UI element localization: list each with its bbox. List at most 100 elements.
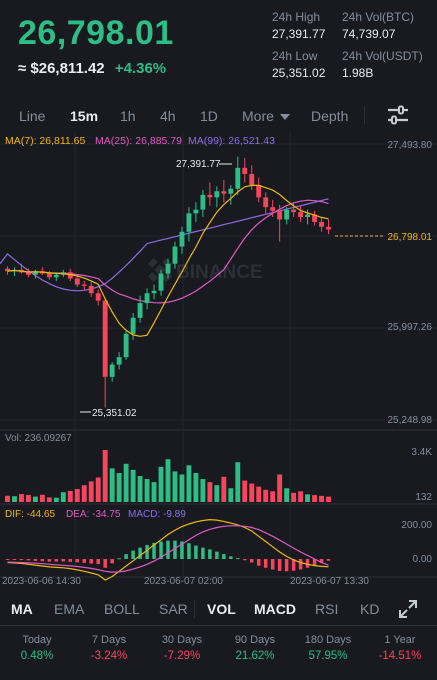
macd-histogram: [5, 540, 331, 572]
tab-more[interactable]: More: [242, 108, 290, 124]
tab-depth[interactable]: Depth: [311, 108, 348, 124]
indicator-ma[interactable]: MA: [11, 601, 33, 617]
macd-hist-bar: [54, 559, 59, 562]
x-tick-1: 2023-06-06 14:30: [2, 576, 81, 587]
ma99-legend: MA(99): 26,521.43: [188, 135, 275, 147]
volume-bar: [88, 481, 94, 502]
candle-body: [74, 278, 80, 285]
macd-hist-bar: [12, 559, 17, 560]
volume-bar: [207, 482, 213, 502]
macd-y-tick-zero: 0.00: [413, 554, 433, 565]
candle-body: [179, 231, 185, 247]
perf-7d-value: -3.24%: [90, 650, 128, 662]
ma7-legend: MA(7): 26,811.65: [5, 135, 86, 147]
candle-body: [270, 207, 276, 211]
macd-hist-bar: [68, 559, 73, 562]
tab-1d[interactable]: 1D: [200, 108, 218, 124]
tab-4h[interactable]: 4h: [160, 108, 176, 124]
macd-hist-bar: [26, 559, 31, 561]
candle-body: [130, 317, 136, 334]
volume-bar: [284, 488, 290, 502]
sliders-icon[interactable]: [387, 105, 409, 125]
perf-30d-value: -7.29%: [163, 650, 201, 662]
candle-body: [221, 191, 227, 194]
macd-hist-bar: [145, 545, 149, 559]
volume-bar: [249, 483, 255, 502]
tab-1h[interactable]: 1h: [120, 108, 136, 124]
volume-bars: [5, 450, 331, 502]
stat-label-24h-vol-btc: 24h Vol(BTC): [342, 10, 415, 24]
candle-body: [277, 210, 283, 220]
tab-line[interactable]: Line: [19, 108, 45, 124]
candle-body: [263, 197, 269, 208]
volume-bar: [60, 492, 66, 502]
indicator-boll[interactable]: BOLL: [104, 601, 140, 617]
candle-body: [172, 246, 178, 264]
indicator-vol[interactable]: VOL: [207, 601, 236, 617]
candle-body: [123, 333, 129, 358]
perf-30d-label: 30 Days: [161, 634, 203, 646]
macd-hist-bar: [222, 554, 226, 559]
macd-hist-bar: [250, 559, 254, 563]
macd-hist-bar: [138, 547, 142, 559]
macd-hist-bar: [270, 559, 275, 570]
candle-body: [200, 194, 206, 210]
macd-hist-bar: [256, 559, 261, 566]
candle-body: [165, 263, 171, 274]
indicator-kdj[interactable]: KDJ: [360, 601, 380, 617]
volume-bar: [39, 494, 45, 502]
volume-bar: [186, 465, 192, 502]
volume-bar: [298, 491, 304, 502]
volume-bar: [25, 494, 31, 502]
indicator-sar[interactable]: SAR: [159, 601, 188, 617]
candle-body: [46, 273, 52, 278]
candle-body: [193, 209, 199, 214]
current-price-label: 26,798.01: [388, 232, 433, 243]
perf-180d-value: 57.95%: [308, 650, 348, 662]
indicator-bar: MA EMA BOLL SAR VOL MACD RSI KDJ: [0, 596, 437, 624]
macd-y-tick-high: 200.00: [401, 520, 432, 531]
volume-bar: [137, 476, 143, 502]
macd-hist-bar: [19, 559, 24, 560]
macd-hist-bar: [284, 559, 289, 572]
stat-value-24h-low: 25,351.02: [272, 66, 326, 80]
perf-30d: 30 Days -7.29%: [146, 634, 218, 662]
expand-icon[interactable]: [398, 599, 418, 619]
candle-body: [102, 300, 108, 377]
volume-bar: [95, 477, 101, 502]
perf-today: Today 0.48%: [1, 634, 73, 662]
candle-body: [207, 194, 213, 198]
volume-bar: [312, 495, 317, 502]
approx-usd-price: ≈ $26,811.42: [18, 60, 105, 77]
indicator-rsi[interactable]: RSI: [315, 601, 338, 617]
macd-hist-bar: [298, 559, 303, 570]
tab-15m[interactable]: 15m: [70, 108, 98, 124]
macd-hist-bar: [75, 559, 80, 563]
last-price: 26,798.01: [18, 14, 174, 52]
indicator-macd[interactable]: MACD: [254, 601, 296, 617]
candle-body: [235, 167, 241, 189]
macd-hist-bar: [194, 545, 198, 559]
tab-divider: [364, 106, 365, 124]
volume-bar: [74, 489, 80, 502]
macd-hist-bar: [89, 559, 93, 564]
candle-body: [151, 290, 157, 294]
caret-down-icon: [279, 114, 290, 121]
volume-bar: [228, 488, 234, 502]
volume-bar: [326, 496, 331, 502]
volume-bar: [214, 485, 220, 502]
price-chart[interactable]: BINANCE MA(7): 26,811.65 MA(25): 26,885.…: [0, 132, 437, 592]
macd-dea-legend: DEA: -34.75: [66, 509, 121, 520]
volume-y-tick-low: 132: [415, 492, 432, 503]
y-tick-1: 27,493.80: [388, 140, 433, 151]
macd-hist-bar: [243, 559, 247, 561]
macd-hist-bar: [215, 551, 219, 559]
volume-bar: [81, 485, 87, 502]
candle-body: [95, 293, 101, 301]
macd-hist-bar: [124, 554, 128, 559]
indicator-ema[interactable]: EMA: [54, 601, 84, 617]
volume-bar: [19, 494, 24, 502]
performance-divider: [0, 625, 437, 626]
volume-bar: [277, 474, 283, 502]
candle-body: [326, 226, 331, 230]
